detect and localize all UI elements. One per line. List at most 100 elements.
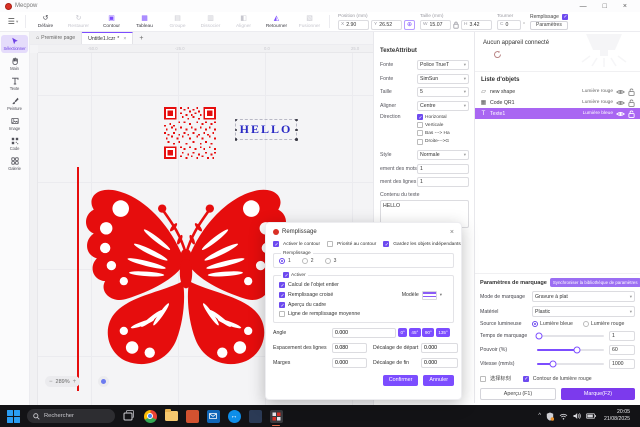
checkbox[interactable] — [417, 114, 423, 120]
angle-0-button[interactable]: 0° — [398, 328, 407, 337]
sidebar-item-select[interactable]: Sélectionner — [1, 35, 28, 53]
fill-2-radio[interactable] — [302, 258, 308, 264]
speed-input[interactable] — [609, 359, 635, 369]
merge-button[interactable]: ▧ Fusionner — [293, 15, 326, 29]
group-button[interactable]: ▤ Groupe — [161, 15, 194, 29]
mark-button[interactable]: Marque(F2) — [561, 388, 635, 400]
radio[interactable] — [583, 321, 589, 327]
keep-objects-independent-checkbox[interactable] — [383, 241, 389, 247]
direction-right-left[interactable]: Droite--->G — [417, 139, 469, 145]
rotate-input[interactable] — [505, 22, 518, 28]
close-icon[interactable]: × — [623, 3, 627, 10]
radio[interactable] — [532, 321, 538, 327]
volume-icon[interactable] — [573, 412, 581, 420]
confirm-button[interactable]: Confirmer — [383, 375, 419, 386]
lock-icon[interactable] — [628, 88, 635, 96]
sidebar-item-gallery[interactable]: Galerie — [1, 155, 28, 173]
undo-button[interactable]: ↺ Défaire — [29, 15, 62, 29]
rotate-field[interactable]: C — [497, 20, 521, 30]
sidebar-item-hand[interactable]: Main — [1, 55, 28, 73]
zoom-in-icon[interactable]: + — [73, 379, 77, 385]
tab-document[interactable]: Untitle1.lczr * × — [82, 32, 133, 44]
task-view-button[interactable] — [122, 409, 136, 423]
marking-mode-select[interactable]: Gravure à plat ▾ — [532, 291, 635, 302]
parameters-button[interactable]: Paramètres — [530, 21, 568, 30]
tab-close-icon[interactable]: × — [123, 36, 126, 42]
red-contour-checkbox[interactable] — [523, 376, 529, 382]
offset-end-input[interactable] — [421, 358, 458, 368]
visibility-icon[interactable] — [616, 89, 625, 95]
battery-icon[interactable] — [586, 413, 596, 419]
presentation-app-button[interactable] — [185, 409, 199, 423]
font-type-select[interactable]: Police TrueT ▾ — [417, 60, 469, 70]
fill-toggle-checkbox[interactable] — [562, 14, 568, 20]
visibility-icon[interactable] — [616, 100, 625, 106]
teamviewer-app-button[interactable]: ↔ — [227, 409, 241, 423]
select-mark-checkbox[interactable] — [480, 376, 486, 382]
aspect-lock-icon[interactable] — [453, 21, 459, 29]
size-w-input[interactable] — [430, 22, 448, 28]
lock-icon[interactable] — [628, 99, 635, 107]
align-select[interactable]: Centre ▾ — [417, 101, 469, 111]
direction-horizontal[interactable]: Horizontal — [417, 114, 469, 120]
active-app-button[interactable] — [269, 409, 283, 423]
sidebar-item-image[interactable]: Image — [1, 115, 28, 133]
size-select[interactable]: 5 ▾ — [417, 87, 469, 97]
selection-handle[interactable] — [295, 138, 298, 141]
size-h-input[interactable] — [469, 22, 489, 28]
maximize-icon[interactable]: □ — [603, 3, 607, 10]
contour-button[interactable]: ▣ Contour — [95, 15, 128, 29]
line-spacing-input[interactable] — [417, 177, 469, 187]
flip-button[interactable]: ◭ Retourner — [260, 15, 293, 29]
offset-start-input[interactable] — [421, 343, 458, 353]
chevron-down-icon[interactable]: ▾ — [440, 292, 442, 298]
text-object-selection[interactable]: HELLO — [235, 119, 297, 140]
hatch-pattern-preview[interactable] — [422, 291, 437, 300]
cancel-button[interactable]: Annuler — [423, 375, 454, 386]
enable-contour-checkbox[interactable] — [273, 241, 279, 247]
hello-text-object[interactable]: HELLO — [240, 122, 293, 137]
selection-handle[interactable] — [235, 138, 238, 141]
marking-time-input[interactable] — [609, 331, 635, 341]
sidebar-item-paint[interactable]: Peinture — [1, 95, 28, 113]
object-row-text[interactable]: T Texte1 Lumière bleue — [475, 108, 640, 119]
new-tab-button[interactable]: + — [133, 32, 149, 44]
size-h-field[interactable]: H — [461, 20, 492, 30]
position-x-field[interactable]: X — [338, 20, 369, 30]
taskbar-clock[interactable]: 20:05 21/08/2025 — [604, 409, 634, 423]
average-fill-line-checkbox[interactable] — [279, 311, 285, 317]
zoom-out-icon[interactable]: − — [49, 379, 53, 385]
fill-3-radio[interactable] — [325, 258, 331, 264]
butterfly-object[interactable] — [82, 163, 290, 391]
angle-45-button[interactable]: 45° — [409, 328, 421, 337]
chrome-app-button[interactable] — [143, 409, 157, 423]
checkbox[interactable] — [417, 139, 423, 145]
light-red-radio[interactable]: Lumière rouge — [583, 321, 624, 327]
wifi-icon[interactable] — [559, 413, 568, 420]
direction-bottom-top[interactable]: Bas ---> Ha — [417, 130, 469, 136]
app-button-dark[interactable] — [248, 409, 262, 423]
align-button[interactable]: ◧ Aligner — [227, 15, 260, 29]
position-y-input[interactable] — [379, 22, 399, 28]
start-button[interactable] — [6, 409, 20, 423]
contour-priority-checkbox[interactable] — [327, 241, 333, 247]
redo-button[interactable]: ↻ Restaurer — [62, 15, 95, 29]
checkbox[interactable] — [417, 130, 423, 136]
object-row-qr[interactable]: ▦ Code QR1 Lumière rouge — [475, 97, 640, 108]
taskbar-search[interactable]: Rechercher — [27, 409, 115, 423]
mail-app-button[interactable] — [206, 409, 220, 423]
activate-checkbox[interactable] — [283, 272, 289, 278]
ungroup-button[interactable]: ▥ Dissocier — [194, 15, 227, 29]
preview-button[interactable]: Aperçu (F1) — [480, 388, 556, 400]
line-spacing-input[interactable] — [332, 343, 367, 353]
word-spacing-input[interactable] — [417, 164, 469, 174]
light-blue-radio[interactable]: Lumière bleue — [532, 321, 573, 327]
tab-home[interactable]: ⌂ Première page — [30, 32, 82, 44]
frame-preview-checkbox[interactable] — [279, 302, 285, 308]
material-select[interactable]: Plastic ▾ — [532, 306, 635, 317]
whole-object-checkbox[interactable] — [279, 282, 285, 288]
speed-slider[interactable] — [537, 363, 604, 365]
sync-library-button[interactable]: Synchroniser la bibliothèque de paramètr… — [550, 278, 640, 287]
selection-handle[interactable] — [295, 119, 298, 122]
angle-135-button[interactable]: 135° — [436, 328, 451, 337]
